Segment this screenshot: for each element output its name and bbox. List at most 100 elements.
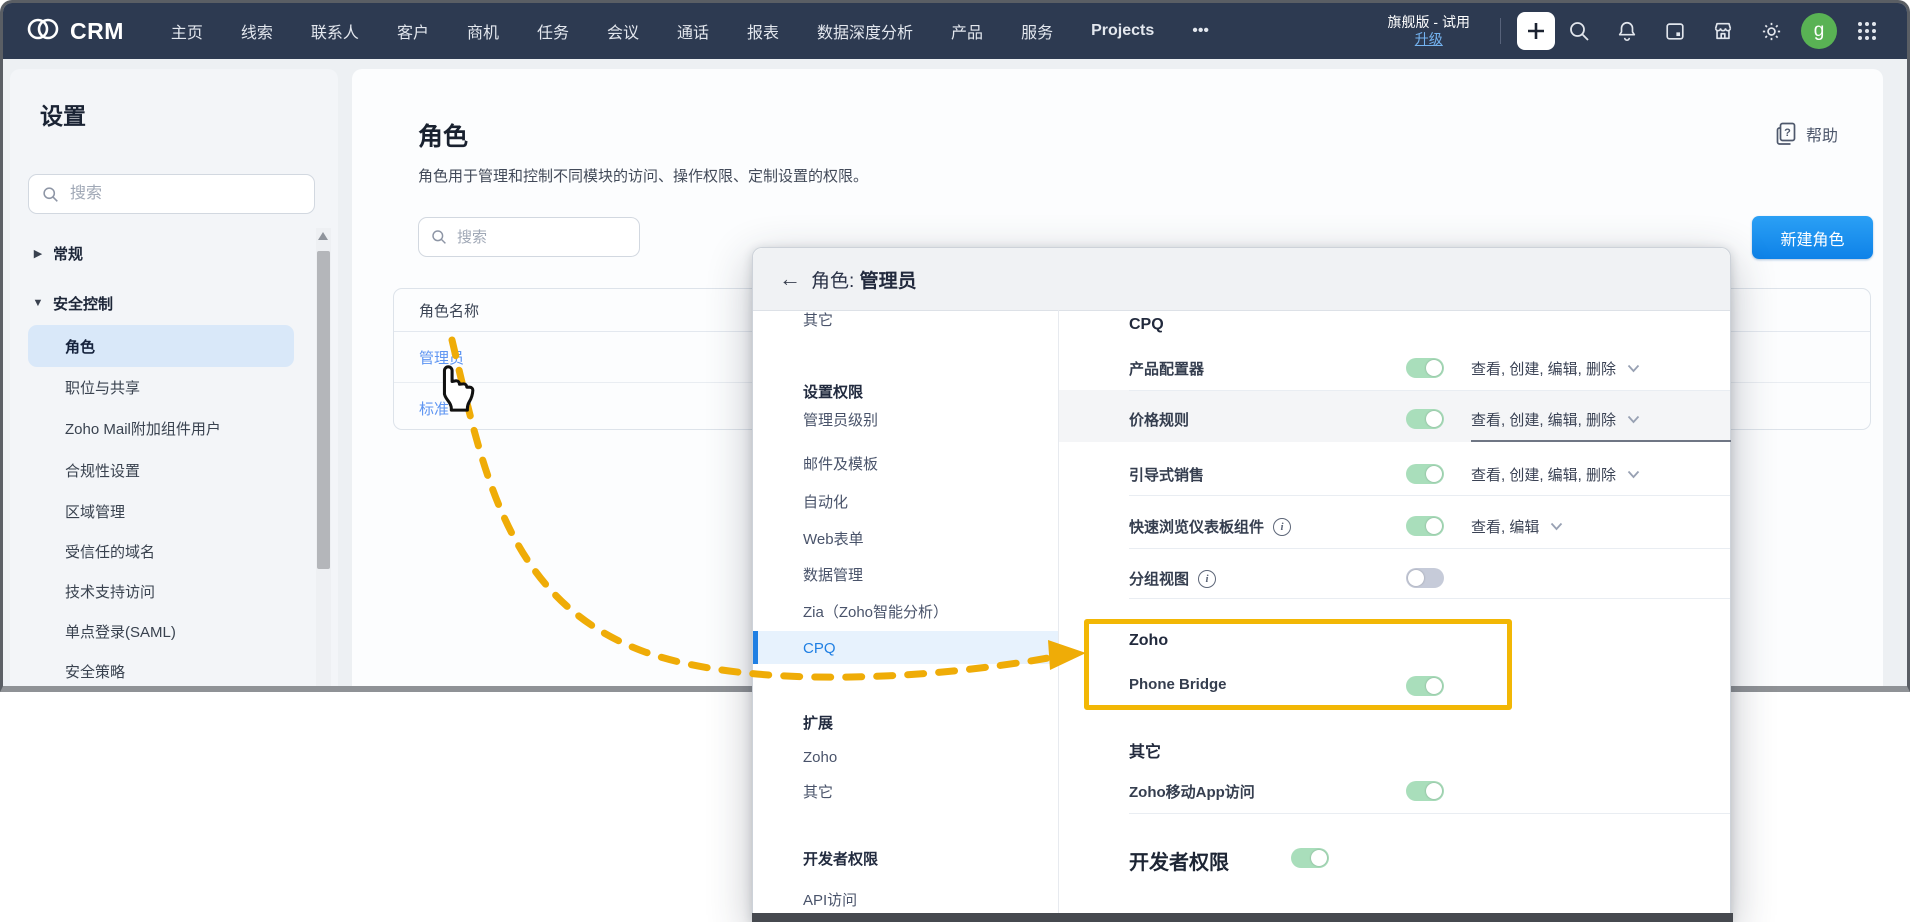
perm-label-glance-dashboard: 快速浏览仪表板组件 i bbox=[1129, 516, 1291, 537]
search-icon[interactable] bbox=[1555, 11, 1603, 51]
new-role-button[interactable]: 新建角色 bbox=[1752, 216, 1873, 259]
perm-label-price-rules: 价格规则 bbox=[1129, 409, 1189, 430]
nav-item-products[interactable]: 产品 bbox=[932, 19, 1002, 43]
nav-divider bbox=[1500, 18, 1501, 44]
toggle-mobile-app-access[interactable] bbox=[1406, 781, 1444, 801]
perm-dropdown-glance-dashboard[interactable]: 查看, 编辑 bbox=[1471, 516, 1563, 537]
sidebar-item-roles-selected[interactable]: 角色 bbox=[28, 325, 294, 367]
marketplace-store-icon[interactable] bbox=[1699, 11, 1747, 51]
perm-label-guided-selling: 引导式销售 bbox=[1129, 464, 1204, 485]
overlay-nav-zia[interactable]: Zia（Zoho智能分析） bbox=[803, 599, 948, 623]
info-icon[interactable]: i bbox=[1273, 518, 1291, 536]
sidebar-item-territory[interactable]: 区域管理 bbox=[65, 499, 125, 523]
svg-text:?: ? bbox=[1784, 127, 1791, 139]
user-avatar[interactable]: g bbox=[1801, 13, 1837, 49]
brand-label: CRM bbox=[70, 18, 124, 45]
chevron-down-icon: ▼ bbox=[23, 297, 53, 309]
overlay-nav-other-clipped[interactable]: 其它 bbox=[803, 310, 833, 330]
app-grid-icon[interactable] bbox=[1843, 11, 1891, 51]
back-arrow-icon[interactable]: ← bbox=[779, 268, 801, 290]
scrollbar-up-arrow-icon[interactable] bbox=[318, 232, 328, 240]
nav-item-analytics[interactable]: 数据深度分析 bbox=[798, 19, 932, 43]
zoho-section-header: Zoho bbox=[1129, 632, 1168, 650]
perm-label-phone-bridge: Phone Bridge bbox=[1129, 676, 1227, 693]
nav-item-meetings[interactable]: 会议 bbox=[588, 19, 658, 43]
overlay-nav-api-access[interactable]: API访问 bbox=[803, 887, 857, 911]
toggle-developer-permissions[interactable] bbox=[1291, 848, 1329, 868]
overlay-title: 角色: 管理员 bbox=[811, 266, 917, 293]
nav-item-reports[interactable]: 报表 bbox=[728, 19, 798, 43]
module-menu: 主页 线索 联系人 客户 商机 任务 会议 通话 报表 数据深度分析 产品 服务… bbox=[152, 19, 1228, 43]
nav-item-more[interactable]: ••• bbox=[1173, 22, 1228, 40]
nav-item-contacts[interactable]: 联系人 bbox=[292, 19, 378, 43]
sidebar-item-compliance[interactable]: 合规性设置 bbox=[65, 458, 140, 482]
overlay-nav-webforms[interactable]: Web表单 bbox=[803, 526, 864, 550]
sidebar-item-support-access[interactable]: 技术支持访问 bbox=[65, 579, 155, 603]
help-doc-icon: ? bbox=[1776, 122, 1798, 146]
nav-item-calls[interactable]: 通话 bbox=[658, 19, 728, 43]
overlay-nav-other-ext[interactable]: 其它 bbox=[803, 779, 833, 803]
overlay-nav-cpq-selected[interactable]: CPQ bbox=[803, 636, 836, 660]
row-separator bbox=[1129, 598, 1730, 599]
help-button[interactable]: ? 帮助 bbox=[1776, 122, 1838, 146]
sidebar-group-general[interactable]: ▶ 常规 bbox=[10, 239, 310, 267]
role-link-standard[interactable]: 标准 bbox=[419, 398, 449, 419]
overlay-nav-automation[interactable]: 自动化 bbox=[803, 489, 848, 513]
sidebar-group-security[interactable]: ▼ 安全控制 bbox=[10, 289, 310, 317]
sidebar-search[interactable] bbox=[28, 174, 315, 214]
overlay-nav-section-developer: 开发者权限 bbox=[803, 846, 878, 870]
quick-create-button[interactable] bbox=[1517, 12, 1555, 50]
zoho-rings-icon bbox=[25, 14, 61, 49]
sidebar-item-trusted-domains[interactable]: 受信任的域名 bbox=[65, 539, 155, 563]
toggle-product-configurator[interactable] bbox=[1406, 358, 1444, 378]
sidebar-title: 设置 bbox=[40, 97, 86, 131]
plan-label: 旗舰版 - 试用 bbox=[1388, 14, 1470, 32]
crm-logo[interactable]: CRM bbox=[25, 14, 124, 49]
calendar-icon[interactable] bbox=[1651, 11, 1699, 51]
overlay-role-name: 管理员 bbox=[860, 271, 917, 292]
sidebar-search-input[interactable] bbox=[68, 184, 272, 204]
row-separator bbox=[1129, 548, 1730, 549]
roles-search[interactable] bbox=[418, 217, 640, 257]
overlay-nav-section-extensions: 扩展 bbox=[803, 710, 833, 734]
sidebar-item-zoho-mail-addon[interactable]: Zoho Mail附加组件用户 bbox=[65, 416, 221, 440]
upgrade-link[interactable]: 升级 bbox=[1388, 31, 1470, 49]
perm-dropdown-product-configurator[interactable]: 查看, 创建, 编辑, 删除 bbox=[1471, 358, 1640, 379]
sidebar-item-profiles[interactable]: 职位与共享 bbox=[65, 375, 140, 399]
info-icon[interactable]: i bbox=[1198, 570, 1216, 588]
sidebar-scrollbar-thumb[interactable] bbox=[317, 251, 330, 569]
nav-item-services[interactable]: 服务 bbox=[1002, 19, 1072, 43]
chevron-down-icon bbox=[1627, 415, 1640, 424]
perm-label-grouped-view: 分组视图 i bbox=[1129, 568, 1216, 589]
notifications-bell-icon[interactable] bbox=[1603, 11, 1651, 51]
perm-label-product-configurator: 产品配置器 bbox=[1129, 358, 1204, 379]
overlay-nav-admin-level[interactable]: 管理员级别 bbox=[803, 407, 878, 431]
nav-item-tasks[interactable]: 任务 bbox=[518, 19, 588, 43]
settings-gear-icon[interactable] bbox=[1747, 11, 1795, 51]
row-separator bbox=[1129, 495, 1730, 496]
nav-item-deals[interactable]: 商机 bbox=[448, 19, 518, 43]
nav-item-home[interactable]: 主页 bbox=[152, 19, 222, 43]
navbar-right-cluster: 旗舰版 - 试用 升级 bbox=[1388, 11, 1891, 51]
chevron-down-icon bbox=[1627, 470, 1640, 479]
perm-dropdown-price-rules[interactable]: 查看, 创建, 编辑, 删除 bbox=[1471, 409, 1640, 430]
search-icon bbox=[431, 229, 447, 245]
overlay-nav-email-templates[interactable]: 邮件及模板 bbox=[803, 451, 878, 475]
nav-item-leads[interactable]: 线索 bbox=[222, 19, 292, 43]
sidebar-item-saml-sso[interactable]: 单点登录(SAML) bbox=[65, 619, 176, 643]
perm-dropdown-guided-selling[interactable]: 查看, 创建, 编辑, 删除 bbox=[1471, 464, 1640, 485]
nav-item-accounts[interactable]: 客户 bbox=[378, 19, 448, 43]
perm-label-mobile-app-access: Zoho移动App访问 bbox=[1129, 781, 1255, 802]
toggle-price-rules[interactable] bbox=[1406, 409, 1444, 429]
toggle-guided-selling[interactable] bbox=[1406, 464, 1444, 484]
role-link-admin[interactable]: 管理员 bbox=[419, 347, 464, 368]
page-title: 角色 bbox=[418, 117, 468, 153]
overlay-nav-zoho[interactable]: Zoho bbox=[803, 745, 837, 769]
toggle-glance-dashboard[interactable] bbox=[1406, 516, 1444, 536]
toggle-phone-bridge[interactable] bbox=[1406, 676, 1444, 696]
sidebar-item-security-policies[interactable]: 安全策略 bbox=[65, 659, 125, 683]
overlay-nav-data-admin[interactable]: 数据管理 bbox=[803, 562, 863, 586]
nav-item-projects[interactable]: Projects bbox=[1072, 22, 1173, 40]
toggle-grouped-view[interactable] bbox=[1406, 568, 1444, 588]
roles-search-input[interactable] bbox=[455, 228, 609, 247]
